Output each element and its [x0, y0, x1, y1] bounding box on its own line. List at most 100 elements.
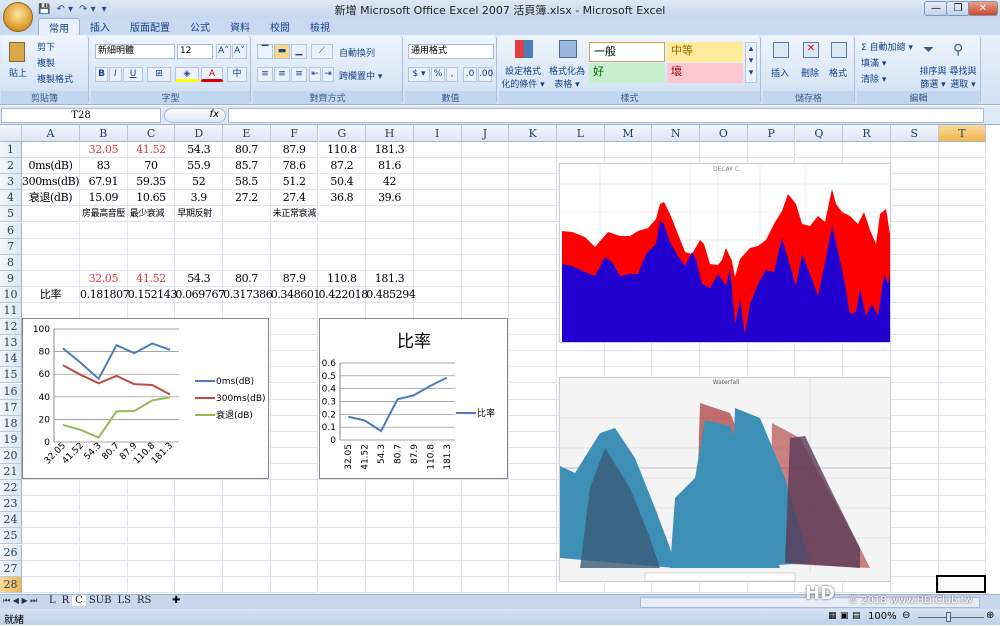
- cell-G25[interactable]: [319, 528, 367, 544]
- cell-H3[interactable]: 42: [366, 174, 414, 190]
- cell-G10[interactable]: 0.422018: [319, 287, 367, 303]
- cell-T26[interactable]: [939, 545, 987, 561]
- cell-A22[interactable]: [22, 480, 80, 496]
- cell-K4[interactable]: [509, 190, 557, 206]
- zoom-out-button[interactable]: ⊖: [902, 610, 910, 621]
- row-header-28[interactable]: 28: [0, 577, 22, 593]
- cell-F2[interactable]: 78.6: [271, 158, 319, 174]
- cell-I2[interactable]: [414, 158, 462, 174]
- cell-H27[interactable]: [366, 561, 414, 577]
- borders-button[interactable]: ⊞: [147, 67, 171, 82]
- cell-H26[interactable]: [366, 545, 414, 561]
- cell-K2[interactable]: [509, 158, 557, 174]
- cell-S3[interactable]: [891, 174, 939, 190]
- sort-filter-button[interactable]: 排序與篩選 ▾: [919, 64, 947, 90]
- zoom-in-button[interactable]: ⊕: [986, 610, 994, 621]
- styles-scroll[interactable]: ▴▾▾: [745, 42, 757, 83]
- cell-H24[interactable]: [366, 512, 414, 528]
- sheet-tab-L[interactable]: L: [46, 595, 59, 606]
- cell-J24[interactable]: [462, 512, 510, 528]
- insert-cells-button[interactable]: 插入: [771, 66, 789, 79]
- align-top-button[interactable]: ▔: [257, 44, 273, 59]
- font-color-button[interactable]: A: [201, 67, 223, 82]
- cell-K27[interactable]: [509, 561, 557, 577]
- cell-S1[interactable]: [891, 142, 939, 158]
- cell-E28[interactable]: [223, 577, 271, 593]
- wrap-text-button[interactable]: 自動換列: [339, 46, 375, 59]
- cell-F9[interactable]: 87.9: [271, 271, 319, 287]
- cell-K14[interactable]: [509, 351, 557, 367]
- cell-K12[interactable]: [509, 319, 557, 335]
- restore-button[interactable]: ❐: [946, 1, 970, 16]
- cell-S25[interactable]: [891, 528, 939, 544]
- cell-T21[interactable]: [939, 464, 987, 480]
- cell-A27[interactable]: [22, 561, 80, 577]
- row-header-14[interactable]: 14: [0, 351, 22, 367]
- cell-C28[interactable]: [128, 577, 176, 593]
- cell-H28[interactable]: [366, 577, 414, 593]
- column-header-P[interactable]: P: [748, 125, 796, 142]
- column-header-L[interactable]: L: [557, 125, 605, 142]
- cell-A7[interactable]: [22, 239, 80, 255]
- cell-B24[interactable]: [80, 512, 128, 528]
- cell-H4[interactable]: 39.6: [366, 190, 414, 206]
- cell-M14[interactable]: [605, 351, 653, 367]
- cell-K28[interactable]: [509, 577, 557, 593]
- cell-S13[interactable]: [891, 335, 939, 351]
- cell-S8[interactable]: [891, 255, 939, 271]
- cell-F3[interactable]: 51.2: [271, 174, 319, 190]
- cell-C5[interactable]: 最少衰減: [128, 206, 176, 222]
- cell-K8[interactable]: [509, 255, 557, 271]
- column-header-T[interactable]: T: [939, 125, 987, 142]
- font-name-select[interactable]: 新細明體: [95, 44, 175, 59]
- cell-S24[interactable]: [891, 512, 939, 528]
- cell-F20[interactable]: [271, 448, 319, 464]
- cell-D10[interactable]: 0.069767: [175, 287, 223, 303]
- cell-R14[interactable]: [843, 351, 891, 367]
- cell-D27[interactable]: [175, 561, 223, 577]
- cell-G3[interactable]: 50.4: [319, 174, 367, 190]
- cell-A6[interactable]: [22, 223, 80, 239]
- cell-K20[interactable]: [509, 448, 557, 464]
- cell-S21[interactable]: [891, 464, 939, 480]
- phonetic-button[interactable]: 中: [227, 67, 247, 82]
- cell-A4[interactable]: 衰退(dB): [22, 190, 80, 206]
- cell-T15[interactable]: [939, 367, 987, 383]
- cell-C23[interactable]: [128, 496, 176, 512]
- cell-T20[interactable]: [939, 448, 987, 464]
- orientation-button[interactable]: ⟋: [311, 44, 333, 59]
- cell-O1[interactable]: [700, 142, 748, 158]
- cell-J22[interactable]: [462, 480, 510, 496]
- decrease-indent-button[interactable]: ⇤: [309, 67, 321, 82]
- name-box[interactable]: T28: [1, 108, 161, 123]
- cell-H11[interactable]: [366, 303, 414, 319]
- cell-B28[interactable]: [80, 577, 128, 593]
- cell-M1[interactable]: [605, 142, 653, 158]
- cell-T24[interactable]: [939, 512, 987, 528]
- row-header-23[interactable]: 23: [0, 496, 22, 512]
- cell-S17[interactable]: [891, 400, 939, 416]
- row-header-4[interactable]: 4: [0, 190, 22, 206]
- cell-E4[interactable]: 27.2: [223, 190, 271, 206]
- cell-C2[interactable]: 70: [128, 158, 176, 174]
- cell-G27[interactable]: [319, 561, 367, 577]
- cell-I28[interactable]: [414, 577, 462, 593]
- merge-center-button[interactable]: 跨欄置中 ▾: [339, 69, 382, 82]
- cell-B27[interactable]: [80, 561, 128, 577]
- cell-K21[interactable]: [509, 464, 557, 480]
- cell-I27[interactable]: [414, 561, 462, 577]
- cell-T8[interactable]: [939, 255, 987, 271]
- cell-G9[interactable]: 110.8: [319, 271, 367, 287]
- cell-F27[interactable]: [271, 561, 319, 577]
- cell-B8[interactable]: [80, 255, 128, 271]
- grow-font-button[interactable]: A˄: [216, 44, 231, 59]
- cell-D6[interactable]: [175, 223, 223, 239]
- format-as-table-button[interactable]: 格式化為表格 ▾: [547, 64, 587, 90]
- cell-A8[interactable]: [22, 255, 80, 271]
- cell-K9[interactable]: [509, 271, 557, 287]
- tab-page-layout[interactable]: 版面配置: [120, 18, 180, 35]
- column-header-C[interactable]: C: [128, 125, 176, 142]
- cell-G4[interactable]: 36.8: [319, 190, 367, 206]
- cell-J9[interactable]: [462, 271, 510, 287]
- cell-Q1[interactable]: [796, 142, 844, 158]
